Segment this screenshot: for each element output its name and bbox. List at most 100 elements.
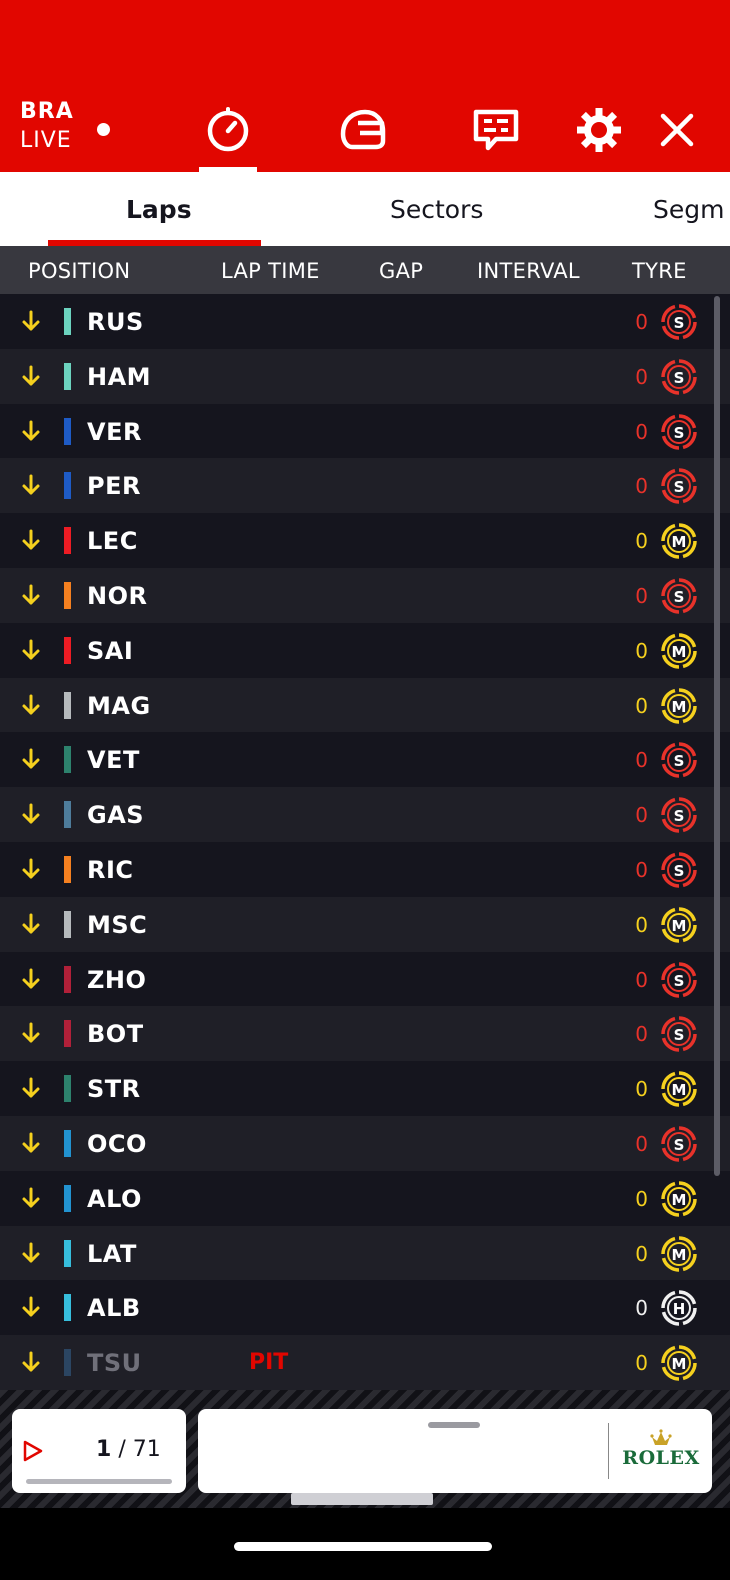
position-down-arrow-icon (20, 419, 42, 443)
position-down-arrow-icon (20, 747, 42, 771)
driver-code[interactable]: TSU (87, 1335, 142, 1390)
driver-code[interactable]: OCO (87, 1116, 147, 1172)
timer-icon[interactable] (199, 105, 257, 172)
driver-code[interactable]: MAG (87, 678, 151, 734)
driver-code[interactable]: RUS (87, 294, 144, 350)
sponsor-logo: ROLEX (616, 1429, 706, 1469)
tyre-compound-icon: M (660, 1235, 698, 1273)
driver-code[interactable]: STR (87, 1061, 141, 1117)
team-color-bar (64, 691, 71, 719)
team-color-bar (64, 1294, 71, 1322)
table-row[interactable]: STR 0 M (0, 1061, 730, 1116)
tyre-compound-icon: M (660, 522, 698, 560)
tyre-compound-icon: S (660, 796, 698, 834)
tyre-compound-icon: S (660, 851, 698, 889)
tyre-compound-icon: S (660, 577, 698, 615)
driver-code[interactable]: VER (87, 404, 142, 460)
table-row[interactable]: GAS 0 S (0, 787, 730, 842)
tyre-laps: 0 (635, 967, 648, 992)
session-code: BRA (20, 99, 74, 124)
team-color-bar (64, 362, 71, 390)
bottom-sheet[interactable]: ROLEX (198, 1409, 712, 1493)
driver-code[interactable]: ALB (87, 1280, 141, 1336)
tab-laps[interactable]: Laps (126, 172, 192, 246)
table-row[interactable]: SAI 0 M (0, 622, 730, 679)
column-position: POSITION (28, 259, 131, 283)
table-row[interactable]: RUS 0 S (0, 294, 730, 349)
team-color-bar (64, 746, 71, 774)
team-color-bar (64, 1349, 71, 1377)
column-lap-time: LAP TIME (221, 259, 320, 283)
lap-counter-card[interactable]: 1 / 71 (12, 1409, 186, 1493)
table-row[interactable]: HAM 0 S (0, 348, 730, 405)
table-row[interactable]: LEC 0 M (0, 513, 730, 568)
driver-code[interactable]: LEC (87, 513, 138, 569)
table-row[interactable]: MSC 0 M (0, 896, 730, 953)
close-icon[interactable] (652, 105, 702, 155)
lap-progress-bar[interactable] (26, 1479, 172, 1484)
tyre-laps: 0 (635, 857, 648, 882)
tab-sectors[interactable]: Sectors (390, 172, 483, 246)
lap-separator: / (118, 1437, 126, 1462)
team-color-bar (64, 527, 71, 555)
driver-code[interactable]: MSC (87, 897, 147, 953)
driver-code[interactable]: SAI (87, 623, 133, 679)
team-color-bar (64, 1239, 71, 1267)
tyre-compound-icon: M (660, 1180, 698, 1218)
home-indicator[interactable] (234, 1542, 492, 1551)
tyre-compound-letter: S (674, 424, 685, 442)
tyre-compound-icon: M (660, 687, 698, 725)
team-color-bar (64, 1129, 71, 1157)
column-interval: INTERVAL (477, 259, 580, 283)
tab-segments[interactable]: Segm (653, 172, 724, 246)
race-control-messages-icon[interactable] (471, 105, 521, 155)
driver-code[interactable]: VET (87, 732, 140, 788)
tyre-laps: 0 (635, 364, 648, 389)
position-down-arrow-icon (20, 802, 42, 826)
table-row[interactable]: TSU PIT 0 M (0, 1335, 730, 1390)
current-lap: 1 (96, 1437, 112, 1462)
drag-handle[interactable] (428, 1422, 480, 1428)
position-down-arrow-icon (20, 857, 42, 881)
tab-bar: Laps Sectors Segm (0, 172, 730, 246)
driver-code[interactable]: NOR (87, 568, 147, 624)
scrollbar[interactable] (714, 296, 720, 1176)
helmet-icon[interactable] (337, 105, 387, 155)
table-row[interactable]: RIC 0 S (0, 841, 730, 898)
position-down-arrow-icon (20, 1350, 42, 1374)
driver-code[interactable]: ZHO (87, 952, 146, 1008)
driver-code[interactable]: BOT (87, 1006, 144, 1062)
tyre-compound-icon: S (660, 467, 698, 505)
play-icon[interactable] (22, 1439, 44, 1463)
driver-code[interactable]: RIC (87, 842, 134, 898)
table-row[interactable]: OCO 0 S (0, 1115, 730, 1172)
driver-code[interactable]: LAT (87, 1226, 137, 1282)
divider (608, 1423, 609, 1479)
table-row[interactable]: ALO 0 M (0, 1170, 730, 1227)
app-header: BRA LIVE (0, 0, 730, 172)
tyre-compound-icon: M (660, 906, 698, 944)
timing-table[interactable]: RUS 0 S HAM 0 S VER 0 S PER 0 S LEC 0 M NOR 0 S SAI 0 M MAG 0 M… (0, 294, 730, 1390)
driver-code[interactable]: PER (87, 458, 141, 514)
settings-icon[interactable] (574, 105, 624, 155)
table-row[interactable]: ZHO 0 S (0, 951, 730, 1008)
table-row[interactable]: VER 0 S (0, 403, 730, 460)
table-row[interactable]: VET 0 S (0, 732, 730, 788)
tyre-laps: 0 (635, 419, 648, 444)
live-dot-icon (97, 123, 110, 136)
driver-code[interactable]: GAS (87, 787, 144, 843)
table-row[interactable]: NOR 0 S (0, 567, 730, 624)
table-header: POSITION LAP TIME GAP INTERVAL TYRE (0, 246, 730, 294)
table-row[interactable]: BOT 0 S (0, 1006, 730, 1062)
driver-code[interactable]: ALO (87, 1171, 142, 1227)
position-down-arrow-icon (20, 1241, 42, 1265)
position-down-arrow-icon (20, 1076, 42, 1100)
table-row[interactable]: MAG 0 M (0, 677, 730, 734)
team-color-bar (64, 801, 71, 829)
tyre-compound-letter: M (672, 1355, 687, 1373)
driver-code[interactable]: HAM (87, 349, 151, 405)
tyre-compound-letter: S (674, 314, 685, 332)
table-row[interactable]: PER 0 S (0, 458, 730, 514)
table-row[interactable]: LAT 0 M (0, 1225, 730, 1282)
table-row[interactable]: ALB 0 H (0, 1280, 730, 1336)
